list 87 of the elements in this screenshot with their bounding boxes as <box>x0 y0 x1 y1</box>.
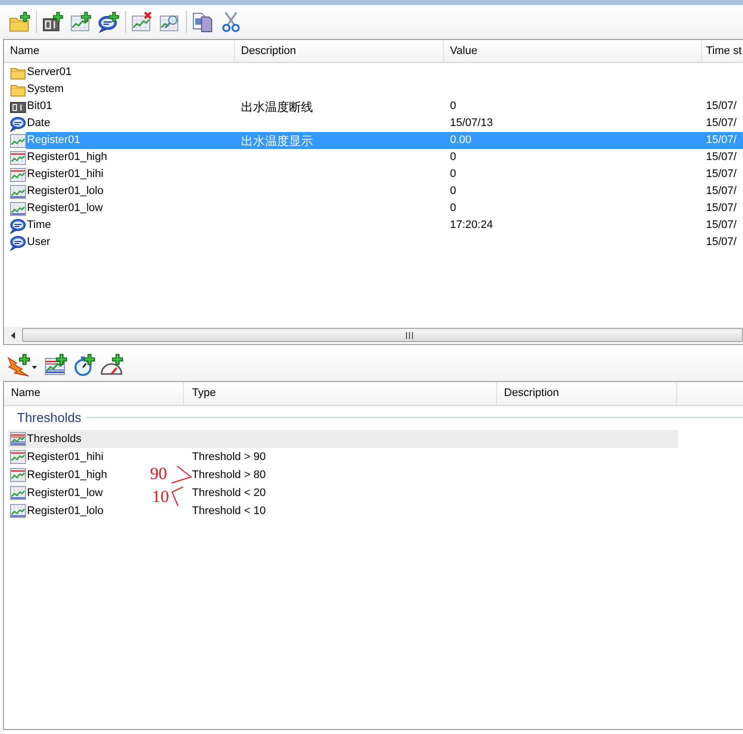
chart-icon <box>10 485 26 501</box>
time-cell-text: 15/07/ <box>705 184 737 200</box>
list-row[interactable]: Date 15/07/13 15/07/ <box>26 115 743 132</box>
time-cell-text: 15/07/ <box>705 133 737 148</box>
column-header[interactable]: Type <box>184 382 497 405</box>
name-cell-text: Register01_low <box>26 201 104 216</box>
grip-icon <box>406 332 413 338</box>
list-row[interactable]: System <box>26 81 743 98</box>
cut-icon <box>220 11 242 33</box>
value-cell-text: 0 <box>449 184 458 200</box>
value-cell-text: 0 <box>449 99 458 114</box>
time-cell-text: 15/07/ <box>705 99 737 114</box>
chart-icon <box>10 150 26 166</box>
list-row[interactable]: Register01_lolo 0 15/07/ <box>26 183 743 200</box>
speech-bubble-icon <box>10 116 26 132</box>
chart-icon <box>10 503 26 519</box>
name-cell-text: Register01_lolo <box>27 504 104 519</box>
name-cell-text: Bit01 <box>26 99 54 114</box>
column-header[interactable]: Name <box>4 382 184 405</box>
list-row[interactable]: Register01_low 0 15/07/ <box>26 200 743 217</box>
list-row[interactable]: User 15/07/ <box>26 234 743 251</box>
handwritten-note: 90 <box>150 465 167 483</box>
column-header[interactable]: Description <box>497 382 677 405</box>
name-cell-text: Register01_low <box>27 486 103 501</box>
chart-icon <box>10 431 26 447</box>
group-header: Thresholds <box>17 408 82 427</box>
value-cell-text: 0.00 <box>449 133 472 148</box>
name-cell-text: Register01_high <box>26 150 108 166</box>
description-cell-text: 出水温度断线 <box>240 98 314 116</box>
column-header[interactable]: Name <box>4 40 235 62</box>
speech-bubble-icon <box>10 218 26 234</box>
name-cell-text: Register01_hihi <box>26 167 104 182</box>
name-cell-text: User <box>26 235 52 250</box>
chart-icon <box>10 184 26 200</box>
column-header[interactable]: Time st <box>702 40 743 62</box>
digital-tile-plus-icon <box>42 11 64 33</box>
list-row[interactable]: Register01_hihi Threshold > 90 <box>8 448 678 466</box>
list-row[interactable]: Time 17:20:24 15/07/ <box>26 217 743 234</box>
arrow-left-icon <box>10 332 14 338</box>
type-cell-text: Threshold > 80 <box>191 468 267 483</box>
type-cell-text: Threshold < 10 <box>191 504 267 519</box>
caret-icon <box>32 366 37 369</box>
name-cell-text: Register01_lolo <box>26 184 104 200</box>
stopwatch-plus-icon <box>72 352 96 376</box>
name-cell-text: Register01_high <box>27 468 108 483</box>
name-cell-text: System <box>26 82 65 98</box>
name-cell-text: Thresholds <box>27 432 82 447</box>
list-row[interactable]: Bit01 出水温度断线 0 15/07/ <box>26 98 743 115</box>
lightning-plus-icon <box>7 352 31 376</box>
copy-icon <box>192 11 214 33</box>
chart-icon <box>10 132 26 148</box>
value-cell-text: 0 <box>449 201 458 216</box>
time-cell-text: 15/07/ <box>705 150 737 166</box>
column-header[interactable]: Description <box>235 40 444 62</box>
column-header[interactable]: Value <box>444 40 702 62</box>
value-cell-text: 15/07/13 <box>449 116 494 132</box>
chart-icon <box>10 449 26 465</box>
value-cell-text: 17:20:24 <box>449 218 494 234</box>
chart-icon <box>10 467 26 483</box>
value-cell-text: 0 <box>449 150 458 166</box>
threshold-chart-plus-icon <box>44 352 68 376</box>
gauge-plus-icon <box>100 352 124 376</box>
type-cell-text: Threshold > 90 <box>191 450 267 465</box>
time-cell-text: 15/07/ <box>705 218 737 234</box>
chart-cross-icon <box>131 11 153 33</box>
list-row[interactable]: Thresholds <box>8 430 678 448</box>
value-cell-text: 0 <box>449 167 458 182</box>
time-cell-text: 15/07/ <box>705 235 737 250</box>
chart-icon <box>10 200 26 216</box>
name-cell-text: Date <box>26 116 52 132</box>
type-cell-text: Threshold < 20 <box>191 486 267 501</box>
chart-plus-icon <box>70 11 92 33</box>
list-row[interactable]: Register01_high 90 Threshold > 80 <box>8 466 678 484</box>
time-cell-text: 15/07/ <box>705 116 737 132</box>
name-cell-text: Time <box>26 218 52 234</box>
chart-icon <box>10 166 26 182</box>
time-cell-text: 15/07/ <box>705 167 737 182</box>
name-cell-text: Server01 <box>26 65 73 80</box>
list-row[interactable]: Register01_hihi 0 15/07/ <box>26 166 743 183</box>
name-cell-text: Register01_hihi <box>27 450 104 465</box>
time-cell-text: 15/07/ <box>705 201 737 216</box>
folder-plus-icon <box>9 11 31 33</box>
list-row[interactable]: Register01_high 0 15/07/ <box>26 149 743 166</box>
speech-bubble-plus-icon <box>98 11 120 33</box>
name-cell-text: Register01 <box>26 133 82 148</box>
description-cell-text: 出水温度显示 <box>240 132 314 150</box>
list-row[interactable]: Server01 <box>26 64 743 81</box>
